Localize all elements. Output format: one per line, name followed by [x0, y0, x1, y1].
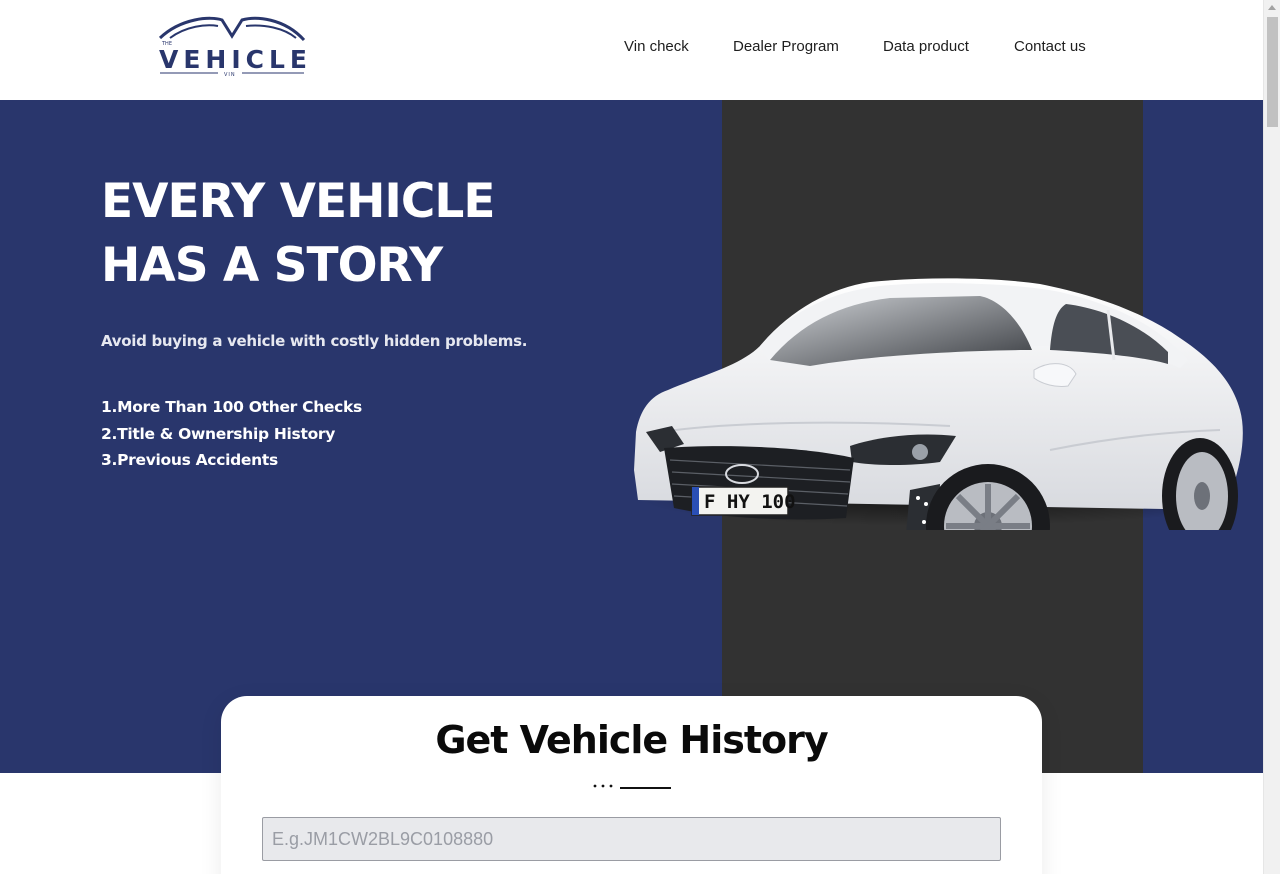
site-header: THE VEHICLE VIN Vin check Dealer Program… — [0, 0, 1263, 100]
feature-list: 1.More Than 100 Other Checks 2.Title & O… — [101, 394, 362, 474]
scroll-up-icon[interactable] — [1268, 5, 1276, 10]
brand-logo[interactable]: THE VEHICLE VIN — [156, 14, 308, 78]
license-plate-text: F HY 100 — [704, 491, 796, 513]
vin-check-card: Get Vehicle History — [221, 696, 1042, 874]
hero-title-line1: EVERY VEHICLE — [101, 174, 495, 229]
title-divider-icon — [593, 784, 671, 789]
nav-dealer-program[interactable]: Dealer Program — [733, 38, 839, 55]
hero-title-line2: HAS A STORY — [101, 238, 443, 293]
hero-title: EVERY VEHICLE HAS A STORY — [101, 170, 495, 298]
nav-contact-us[interactable]: Contact us — [1014, 38, 1086, 55]
logo-vehicle: VEHICLE — [159, 45, 308, 74]
vehicle-logo-icon: THE VEHICLE VIN — [158, 16, 308, 78]
page-scrollbar[interactable] — [1263, 0, 1280, 874]
car-icon: F HY 100 — [634, 278, 1243, 530]
hero-subtitle: Avoid buying a vehicle with costly hidde… — [101, 332, 528, 350]
feature-item: 3.Previous Accidents — [101, 451, 278, 469]
nav-data-product[interactable]: Data product — [883, 38, 969, 55]
hero-section: EVERY VEHICLE HAS A STORY Avoid buying a… — [0, 100, 1263, 773]
scrollbar-thumb[interactable] — [1267, 17, 1278, 127]
feature-item: 1.More Than 100 Other Checks — [101, 398, 362, 416]
nav-vin-check[interactable]: Vin check — [624, 38, 689, 55]
car-image: F HY 100 — [620, 200, 1250, 530]
feature-item: 2.Title & Ownership History — [101, 424, 336, 443]
vin-input[interactable] — [262, 817, 1001, 861]
logo-vin: VIN — [224, 72, 236, 78]
card-title: Get Vehicle History — [435, 718, 828, 762]
